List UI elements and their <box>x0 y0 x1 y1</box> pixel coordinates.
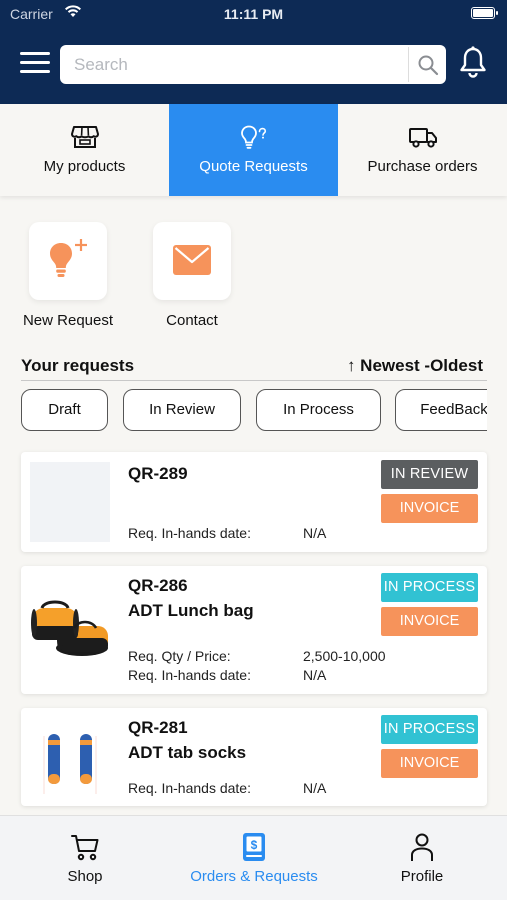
new-request-tile <box>29 222 107 300</box>
battery-icon <box>471 7 498 19</box>
qty-price-value: 2,500-10,000 <box>303 648 386 664</box>
contact-button[interactable]: Contact <box>142 222 242 329</box>
search-input[interactable] <box>60 45 406 84</box>
product-name: ADT Lunch bag <box>128 601 254 620</box>
your-requests-heading: Your requests <box>21 356 135 375</box>
dollar-document-icon: $ <box>243 833 265 861</box>
status-badge: IN PROCESS <box>381 715 478 744</box>
tab-quote-requests[interactable]: Quote Requests <box>169 104 338 196</box>
lightbulb-plus-icon <box>50 239 87 277</box>
lightbulb-question-icon <box>241 125 267 149</box>
status-badge: IN REVIEW <box>381 460 478 489</box>
filter-chip-feedback[interactable]: FeedBack <box>395 389 487 431</box>
invoice-button[interactable]: INVOICE <box>381 607 478 636</box>
search-divider <box>408 47 409 82</box>
qty-price-label: Req. Qty / Price: <box>128 648 231 664</box>
in-hands-date-label: Req. In-hands date: <box>128 525 251 541</box>
invoice-button[interactable]: INVOICE <box>381 494 478 523</box>
socks-product-image <box>43 734 97 794</box>
contact-tile <box>153 222 231 300</box>
request-card[interactable]: QR-289 IN REVIEW INVOICE Req. In-hands d… <box>21 452 487 552</box>
envelope-icon <box>173 245 211 275</box>
new-request-button[interactable]: New Request <box>18 222 118 329</box>
status-bar: Carrier 11:11 PM <box>0 0 507 28</box>
new-request-label: New Request <box>22 312 114 329</box>
tab-my-products[interactable]: My products <box>0 104 169 196</box>
person-icon <box>411 833 433 861</box>
filter-chip-in-review[interactable]: In Review <box>123 389 241 431</box>
in-hands-date-label: Req. In-hands date: <box>128 780 251 796</box>
request-id: QR-281 <box>128 718 188 737</box>
bell-icon[interactable] <box>458 45 488 79</box>
nav-label: Shop <box>67 868 103 885</box>
nav-orders-requests[interactable]: $ Orders & Requests <box>173 816 335 900</box>
tab-label: Purchase orders <box>367 158 478 175</box>
in-hands-date-value: N/A <box>303 667 327 683</box>
bottom-navigation: Shop $ Orders & Requests Profile <box>0 815 507 900</box>
sort-order-button[interactable]: ↑ Newest -Oldest <box>347 356 483 376</box>
nav-label: Orders & Requests <box>190 868 318 885</box>
cart-icon <box>71 835 99 861</box>
app-header: Carrier 11:11 PM <box>0 0 507 104</box>
nav-label: Profile <box>400 868 444 885</box>
search-bar <box>60 45 446 84</box>
category-tabs: My products Quote Requests Purchase orde… <box>0 104 507 196</box>
invoice-button[interactable]: INVOICE <box>381 749 478 778</box>
product-thumbnail-placeholder <box>30 462 110 542</box>
nav-profile[interactable]: Profile <box>372 816 472 900</box>
request-card[interactable]: QR-281 ADT tab socks IN PROCESS INVOICE … <box>21 708 487 806</box>
tab-label: Quote Requests <box>199 158 308 175</box>
request-id: QR-286 <box>128 576 188 595</box>
request-card[interactable]: QR-286 ADT Lunch bag IN PROCESS INVOICE … <box>21 566 487 694</box>
nav-shop[interactable]: Shop <box>35 816 135 900</box>
divider <box>21 380 487 381</box>
status-filter-bar: Draft In Review In Process FeedBack <box>21 389 487 431</box>
contact-label: Contact <box>166 312 218 329</box>
in-hands-date-value: N/A <box>303 780 327 796</box>
hamburger-menu-button[interactable] <box>20 52 50 76</box>
in-hands-date-label: Req. In-hands date: <box>128 667 251 683</box>
filter-chip-in-process[interactable]: In Process <box>256 389 381 431</box>
truck-icon <box>409 128 437 148</box>
filter-chip-draft[interactable]: Draft <box>21 389 108 431</box>
search-icon[interactable] <box>416 53 440 77</box>
in-hands-date-value: N/A <box>303 525 327 541</box>
store-icon <box>71 126 99 148</box>
tab-label: My products <box>43 158 126 175</box>
lunch-bag-product-image <box>31 600 108 656</box>
request-id: QR-289 <box>128 464 188 483</box>
status-badge: IN PROCESS <box>381 573 478 602</box>
tab-purchase-orders[interactable]: Purchase orders <box>338 104 507 196</box>
product-name: ADT tab socks <box>128 743 247 762</box>
svg-text:$: $ <box>251 838 258 852</box>
status-time: 11:11 PM <box>223 6 284 22</box>
